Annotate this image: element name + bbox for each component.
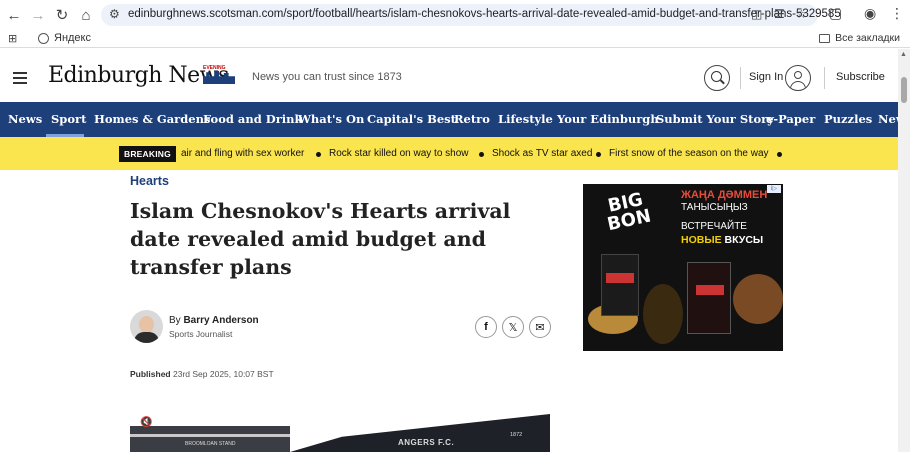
ad-text-highlight: НОВЫЕ [681,234,722,246]
forward-arrow-icon[interactable]: → [28,5,48,25]
breaking-news-bar: BREAKING air and fling with sex worker R… [0,137,898,170]
author-avatar[interactable] [130,310,163,343]
ad-text-line4: НОВЫЕ ВКУСЫ [681,234,763,246]
ticker-separator [316,152,321,157]
tagline: News you can trust since 1873 [252,71,402,83]
bookmark-yandex[interactable]: Яндекс [38,32,91,44]
main-nav: News Sport Homes & Gardens Food and Drin… [0,102,898,137]
page-scrollbar[interactable]: ▲ [898,49,910,452]
user-icon[interactable] [785,65,811,91]
ticker-item[interactable]: Rock star killed on way to show [329,148,469,159]
sign-in-link[interactable]: Sign In [749,71,783,83]
ad-package-image [601,254,639,316]
facebook-share-icon[interactable]: f [475,316,497,338]
site-info-icon[interactable]: ⚙ [109,7,120,21]
video-stand-text: BROOMLOAN STAND [185,441,236,447]
adchoices-icon[interactable]: i▷ [767,185,781,193]
article-video[interactable]: BROOMLOAN STAND ANGERS F.C. 1872 🔇 [130,414,550,452]
mute-icon[interactable]: 🔇 [140,417,152,428]
apps-grid-icon[interactable]: ⊞ [8,32,17,45]
profile-icon[interactable]: ◉ [864,5,876,22]
author-role: Sports Journalist [169,329,233,339]
bookmarks-bar: ⊞ Яндекс Все закладки [0,30,910,48]
all-bookmarks[interactable]: Все закладки [819,32,900,44]
published-value: 23rd Sep 2025, 10:07 BST [173,369,274,379]
ad-text-line3: ВСТРЕЧАЙТЕ [681,221,747,232]
published-label: Published [130,369,171,379]
ad-text-line1: ЖАҢА ДӘММЕН [681,189,768,201]
ticker-separator [479,152,484,157]
advertisement[interactable]: BIG BON ЖАҢА ДӘММЕН ТАНЫСЫҢЫЗ ВСТРЕЧАЙТЕ… [583,184,783,351]
nav-item-sport[interactable]: Sport [51,112,86,126]
cast-icon[interactable]: ◫ [751,7,762,21]
nav-item-your-edinburgh[interactable]: Your Edinburgh [557,112,659,126]
ad-brand-logo: BIG BON [593,188,663,242]
nav-item-retro[interactable]: Retro [454,112,490,126]
divider [824,67,825,89]
ticker-separator [596,152,601,157]
back-arrow-icon[interactable]: ← [4,5,24,25]
nav-item-news[interactable]: News [8,112,42,126]
bookmark-star-icon[interactable]: ☆ [796,7,807,21]
site-header: Edinburgh News EVENING News you can trus… [0,49,898,102]
scroll-up-arrow-icon[interactable]: ▲ [900,51,907,58]
email-share-icon[interactable]: ✉ [529,316,551,338]
scroll-thumb[interactable] [901,77,907,103]
author-name[interactable]: Barry Anderson [183,315,258,326]
ad-text-rest: ВКУСЫ [721,234,764,246]
nav-item-news-2[interactable]: News [878,112,898,126]
address-bar[interactable]: ⚙ edinburghnews.scotsman.com/sport/footb… [101,4,841,26]
author-byline: By Barry Anderson [169,315,259,326]
browser-toolbar: ← → ↻ ⌂ ⚙ edinburghnews.scotsman.com/spo… [0,0,910,30]
menu-dots-icon[interactable]: ⋮ [890,5,904,22]
byline-prefix: By [169,315,181,326]
published-date: Published 23rd Sep 2025, 10:07 BST [130,369,274,379]
video-year-text: 1872 [510,432,523,438]
extensions-icon[interactable]: ▢ [829,5,842,22]
logo-castle-icon: EVENING [203,65,235,85]
ad-noodle-image [733,274,783,324]
ticker-item[interactable]: air and fling with sex worker [181,148,304,159]
x-share-icon[interactable]: 𝕏 [502,316,524,338]
ticker-separator [777,152,782,157]
nav-item-epaper[interactable]: e-Paper [766,112,815,126]
divider [740,67,741,89]
site-logo[interactable]: Edinburgh News [48,63,229,88]
nav-item-lifestyle[interactable]: Lifestyle [498,112,553,126]
hamburger-menu-icon[interactable] [13,72,27,87]
nav-item-submit-story[interactable]: Submit Your Story [656,112,774,126]
video-stadium-text: ANGERS F.C. [398,438,455,447]
reload-icon[interactable]: ↻ [52,5,72,25]
search-icon[interactable] [704,65,730,91]
article-category[interactable]: Hearts [130,174,169,188]
bookmark-yandex-label: Яндекс [54,32,91,44]
subscribe-link[interactable]: Subscribe [836,71,885,83]
address-url[interactable]: edinburghnews.scotsman.com/sport/footbal… [128,8,841,20]
nav-item-puzzles[interactable]: Puzzles [824,112,872,126]
home-icon[interactable]: ⌂ [76,5,96,25]
breaking-label: BREAKING [119,146,176,162]
ad-package-image [687,262,731,334]
ticker-item[interactable]: Shock as TV star axed [492,148,592,159]
globe-icon [38,32,49,44]
nav-item-whats-on[interactable]: What's On [298,112,364,126]
nav-item-homes-gardens[interactable]: Homes & Gardens [94,112,210,126]
translate-icon[interactable]: ☰ [774,7,785,21]
folder-icon [819,33,831,43]
all-bookmarks-label: Все закладки [835,32,900,44]
nav-item-capitals-best[interactable]: Capital's Best [367,112,456,126]
logo-badge-text: EVENING [203,65,226,71]
article-headline: Islam Chesnokov's Hearts arrival date re… [130,199,511,279]
nav-item-food-drink[interactable]: Food and Drink [203,112,303,126]
ticker-item[interactable]: First snow of the season on the way [609,148,769,159]
ad-text-line2: ТАНЫСЫҢЫЗ [681,202,748,213]
